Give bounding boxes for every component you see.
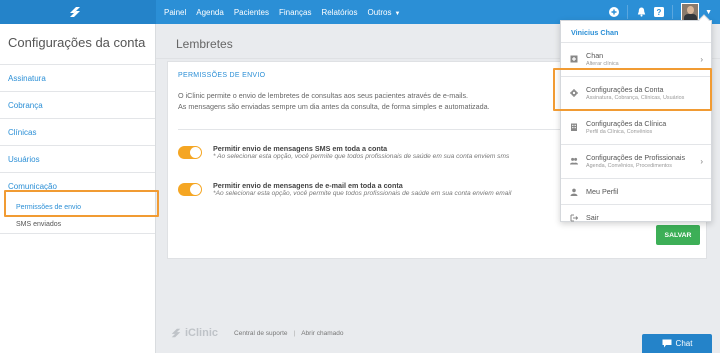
nav-financas[interactable]: Finanças [279,8,311,17]
divider [627,5,629,19]
card-description-line: As mensagens são enviadas sempre um dia … [178,102,490,111]
sidebar-subitem-sms[interactable]: SMS enviados [0,216,155,234]
card-description-line: O iClinic permite o envio de lembretes d… [178,91,469,100]
clinic-switch-icon [570,55,578,63]
nav-outros-label: Outros [367,7,392,17]
option-title: Permitir envio de mensagens SMS em toda … [213,144,388,153]
sidebar-item-cobranca[interactable]: Cobrança [0,91,155,118]
sms-toggle[interactable] [178,146,202,159]
menu-item-my-profile[interactable]: Meu Perfil [561,179,711,205]
menu-item-logout[interactable]: Sair [561,205,711,231]
open-ticket-link[interactable]: Abrir chamado [301,330,343,337]
chevron-down-icon: ▼ [394,10,401,17]
iclinic-logo-icon [70,7,80,17]
logo-area[interactable] [0,0,156,24]
sidebar-item-clinicas[interactable]: Clínicas [0,118,155,145]
chat-label: Chat [675,339,693,348]
option-title: Permitir envio de mensagens de e-mail em… [213,181,403,190]
bell-icon[interactable] [636,7,646,17]
avatar[interactable] [681,3,700,21]
option-note: *Ao selecionar esta opção, você permite … [213,190,512,197]
chevron-right-icon: › [700,55,703,64]
chevron-right-icon: › [700,157,703,166]
nav-pacientes[interactable]: Pacientes [234,8,269,17]
menu-item-sub: Agenda, Convênios, Procedimentos [586,163,673,169]
chevron-down-icon[interactable]: ▼ [705,9,712,16]
help-icon[interactable]: ? [654,7,665,17]
avatar-head [687,6,695,14]
nav-agenda[interactable]: Agenda [196,8,224,17]
sidebar-item-usuarios[interactable]: Usuários [0,145,155,172]
toggle-knob [190,147,201,158]
nav-outros[interactable]: Outros ▼ [367,8,400,17]
menu-item-label: Configurações da Clínica [586,119,667,128]
menu-item-professional-settings[interactable]: Configurações de Profissionais Agenda, C… [561,145,711,179]
email-toggle[interactable] [178,183,202,196]
option-note: * Ao selecionar esta opção, você permite… [213,153,510,160]
footer: iClinic Central de suporte | Abrir chama… [170,327,343,339]
footer-logo: iClinic [170,327,218,339]
menu-item-sub: Alterar clínica [586,61,619,67]
nav-painel[interactable]: Painel [164,8,186,17]
sidebar-item-assinatura[interactable]: Assinatura [0,64,155,91]
user-menu-dropdown: Vinicius Chan Chan Alterar clínica › Con… [560,14,712,222]
logout-icon [570,214,578,222]
divider [672,5,674,19]
highlight-box [553,68,712,111]
footer-divider: | [293,329,296,337]
highlight-box [4,190,159,217]
user-icon [570,188,578,196]
chat-button[interactable]: Chat [642,334,712,353]
page-title: Lembretes [176,37,233,51]
menu-item-label: Sair [586,213,599,222]
chat-icon [662,339,672,348]
menu-item-label: Configurações de Profissionais [586,153,686,162]
support-link[interactable]: Central de suporte [234,330,287,337]
sidebar-title: Configurações da conta [8,35,146,50]
users-icon [570,157,578,165]
building-icon [571,123,577,131]
nav-relatorios[interactable]: Relatórios [321,8,357,17]
menu-item-sub: Perfil da Clínica, Convênios [586,129,653,135]
toggle-knob [190,184,201,195]
iclinic-logo-icon [171,328,181,338]
sidebar: Configurações da conta Assinatura Cobran… [0,24,156,353]
svg-text:?: ? [657,8,662,17]
user-name: Vinicius Chan [561,21,711,43]
add-icon[interactable] [609,7,620,17]
menu-item-clinic-settings[interactable]: Configurações da Clínica Perfil da Clíni… [561,111,711,145]
menu-item-label: Meu Perfil [586,187,619,196]
card-description: O iClinic permite o envio de lembretes d… [178,90,578,112]
menu-item-label: Chan [586,51,604,60]
main-nav: Painel Agenda Pacientes Finanças Relatór… [164,0,410,24]
divider [178,129,578,130]
card-heading: PERMISSÕES DE ENVIO [178,72,266,79]
footer-logo-text: iClinic [185,327,219,339]
